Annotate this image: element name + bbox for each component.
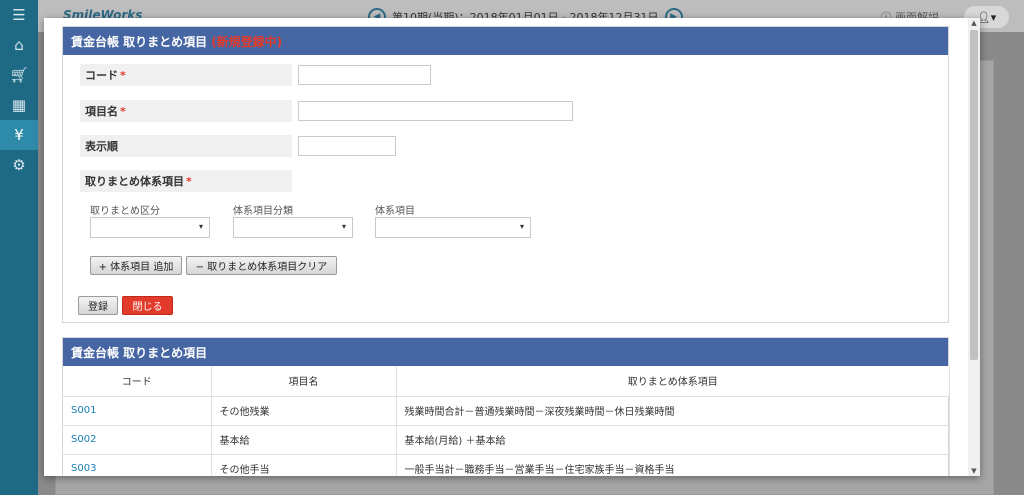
order-input[interactable] xyxy=(298,136,396,156)
system-row: 取りまとめ体系項目 * xyxy=(80,170,292,192)
mode-badge: (新規登録中) xyxy=(211,34,283,49)
row-items: 残業時間合計－普通残業時間－深夜残業時間－休日残業時間 xyxy=(396,396,950,426)
list-header: 賃金台帳 取りまとめ項目 xyxy=(63,338,948,366)
modal-scrollbar[interactable]: ▲ ▼ xyxy=(968,18,980,476)
column-header-items[interactable]: 取りまとめ体系項目 xyxy=(396,366,950,397)
gear-icon[interactable]: ⚙ xyxy=(0,150,38,180)
name-row: 項目名 * xyxy=(80,100,573,122)
row-name: その他残業 xyxy=(211,396,397,426)
code-row: コード * xyxy=(80,64,431,86)
form-header: 賃金台帳 取りまとめ項目 (新規登録中) xyxy=(63,27,948,55)
list-title: 賃金台帳 取りまとめ項目 xyxy=(71,345,208,360)
chevron-down-icon: ▾ xyxy=(198,222,203,231)
column-header-code[interactable]: コード xyxy=(63,366,212,397)
row-items: 一般手当計－職務手当－営業手当－住宅家族手当－資格手当 xyxy=(396,454,950,476)
order-row: 表示順 xyxy=(80,135,396,157)
close-button[interactable]: 閉じる xyxy=(122,296,173,315)
cart-icon[interactable]: 🛒︎ xyxy=(0,60,38,90)
form-panel: 賃金台帳 取りまとめ項目 (新規登録中) コード * 項目名 * 表示順 取りまとめ… xyxy=(62,26,949,323)
chevron-down-icon: ▾ xyxy=(341,222,346,231)
order-label: 表示順 xyxy=(80,135,292,157)
row-code-link[interactable]: S003 xyxy=(63,454,212,476)
form-title: 賃金台帳 取りまとめ項目 xyxy=(71,34,208,49)
calculator-icon[interactable]: ▦ xyxy=(0,90,38,120)
category-select[interactable]: ▾ xyxy=(90,217,210,238)
home-icon[interactable]: ⌂ xyxy=(0,30,38,60)
code-input[interactable] xyxy=(298,65,431,85)
modal-content: 賃金台帳 取りまとめ項目 (新規登録中) コード * 項目名 * 表示順 取りまとめ… xyxy=(44,18,968,476)
edit-modal: 賃金台帳 取りまとめ項目 (新規登録中) コード * 項目名 * 表示順 取りまとめ… xyxy=(44,18,980,476)
code-label: コード * xyxy=(80,64,292,86)
table-row[interactable]: S001 その他残業 残業時間合計－普通残業時間－深夜残業時間－休日残業時間 xyxy=(63,396,950,426)
row-name: 基本給 xyxy=(211,425,397,455)
menu-icon[interactable]: ☰ xyxy=(0,0,38,30)
item-label: 体系項目 xyxy=(375,206,415,217)
required-mark: * xyxy=(120,104,126,118)
clear-system-items-button[interactable]: − 取りまとめ体系項目クリア xyxy=(186,256,337,275)
chevron-down-icon: ▾ xyxy=(519,222,524,231)
class-select[interactable]: ▾ xyxy=(233,217,353,238)
row-code-link[interactable]: S002 xyxy=(63,425,212,455)
item-select[interactable]: ▾ xyxy=(375,217,531,238)
table-row[interactable]: S003 その他手当 一般手当計－職務手当－営業手当－住宅家族手当－資格手当 xyxy=(63,454,950,476)
name-input[interactable] xyxy=(298,101,573,121)
row-code-link[interactable]: S001 xyxy=(63,396,212,426)
column-header-name[interactable]: 項目名 xyxy=(211,366,397,397)
save-button[interactable]: 登録 xyxy=(78,296,118,315)
table-header-row: コード 項目名 取りまとめ体系項目 xyxy=(63,366,950,397)
required-mark: * xyxy=(186,174,192,188)
row-items: 基本給(月給) ＋基本給 xyxy=(396,425,950,455)
system-label: 取りまとめ体系項目 * xyxy=(80,170,292,192)
table-row[interactable]: S002 基本給 基本給(月給) ＋基本給 xyxy=(63,425,950,455)
list-panel: 賃金台帳 取りまとめ項目 コード 項目名 取りまとめ体系項目 S001 その他残… xyxy=(62,337,950,476)
scroll-thumb[interactable] xyxy=(970,30,978,360)
scroll-down-icon[interactable]: ▼ xyxy=(970,467,978,475)
category-label: 取りまとめ区分 xyxy=(90,206,160,217)
class-label: 体系項目分類 xyxy=(233,206,293,217)
name-label: 項目名 * xyxy=(80,100,292,122)
add-system-item-button[interactable]: + 体系項目 追加 xyxy=(90,256,182,275)
row-name: その他手当 xyxy=(211,454,397,476)
scroll-up-icon[interactable]: ▲ xyxy=(970,19,978,27)
summary-table: コード 項目名 取りまとめ体系項目 S001 その他残業 残業時間合計－普通残業… xyxy=(63,366,950,476)
left-navigation: ☰ ⌂ 🛒︎ ▦ ¥ ⚙ xyxy=(0,0,38,495)
money-bag-icon[interactable]: ¥ xyxy=(0,120,38,150)
required-mark: * xyxy=(120,68,126,82)
